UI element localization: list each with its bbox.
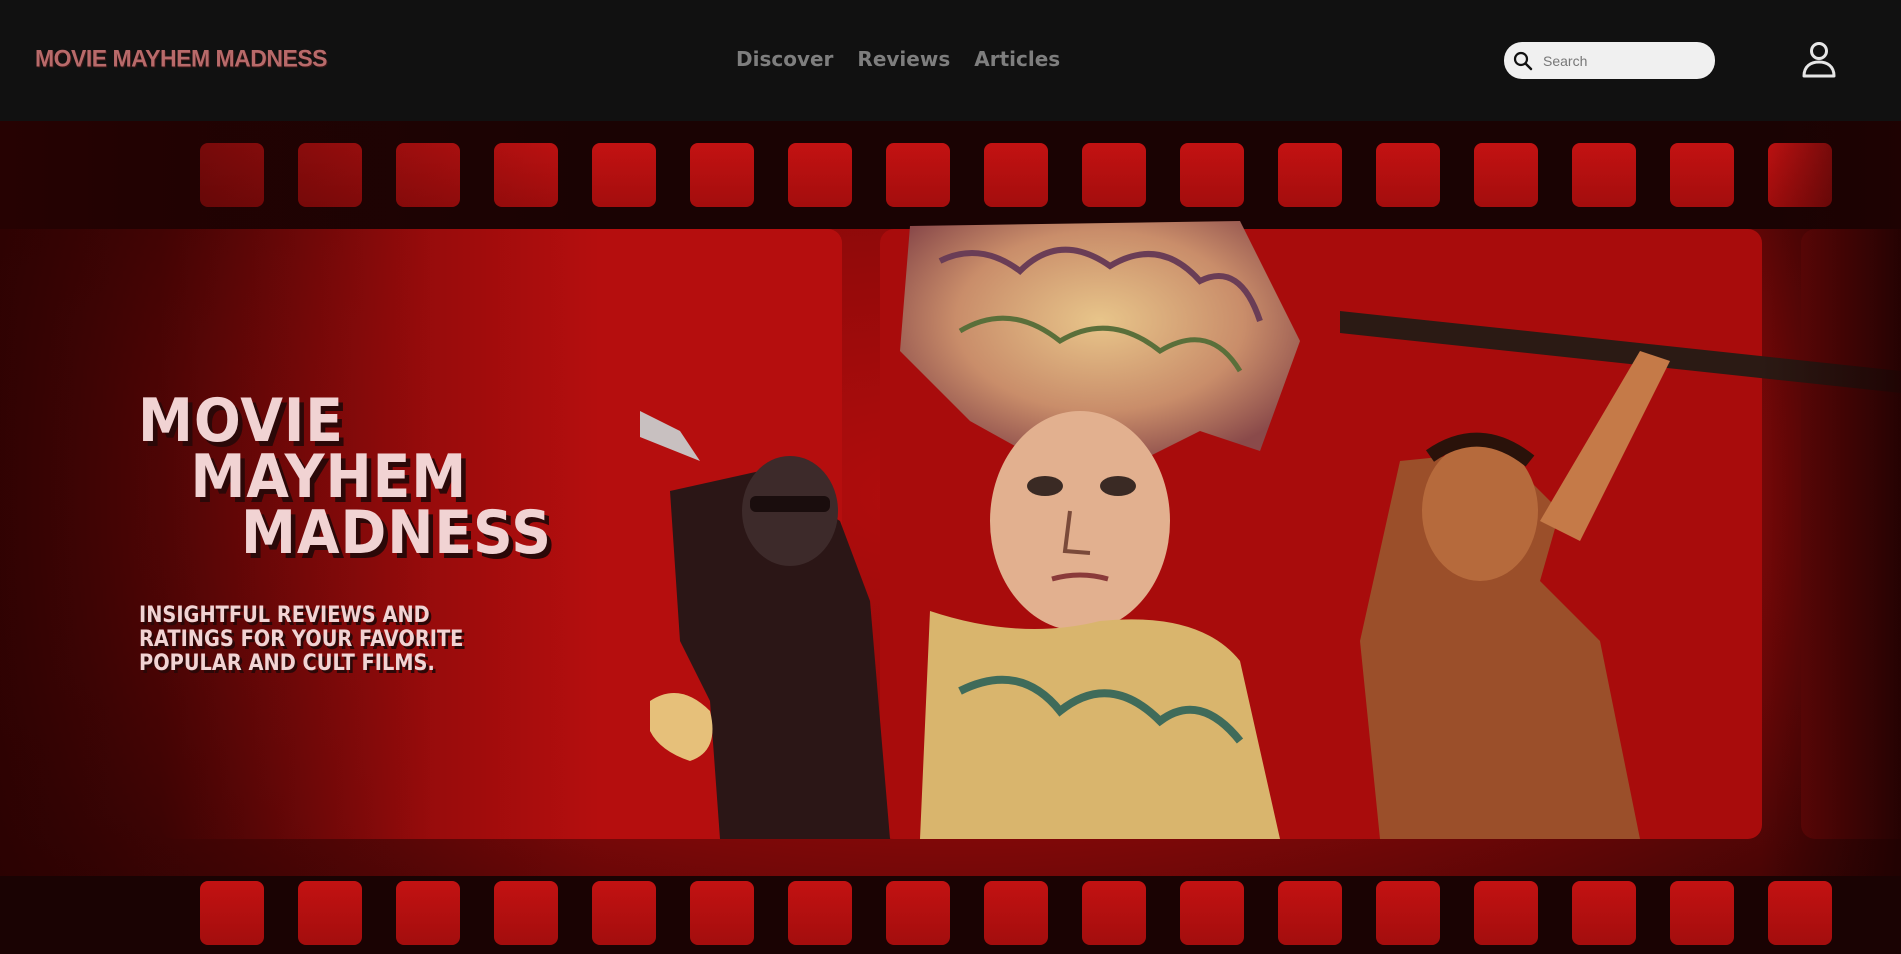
hero-title-line: MAYHEM [190, 442, 468, 512]
hero-title-line: MADNESS [241, 498, 552, 568]
film-sprocket-hole [984, 143, 1048, 207]
film-sprocket-hole [592, 881, 656, 945]
film-sprocket-hole [1180, 881, 1244, 945]
film-sprocket-hole [1670, 143, 1734, 207]
film-sprocket-hole [1082, 881, 1146, 945]
film-sprocket-hole [1572, 143, 1636, 207]
film-sprocket-hole [1376, 143, 1440, 207]
film-sprocket-hole [1768, 143, 1832, 207]
film-sprocket-hole [788, 143, 852, 207]
hero-banner: MOVIE MAYHEM MADNESS INSIGHTFUL REVIEWS … [0, 121, 1901, 954]
film-sprocket-hole [1082, 143, 1146, 207]
top-navbar: MOVIE MAYHEM MADNESS Discover Reviews Ar… [0, 0, 1901, 121]
nav-link-reviews[interactable]: Reviews [857, 47, 950, 71]
film-sprocket-hole [886, 143, 950, 207]
film-sprocket-hole [494, 143, 558, 207]
film-sprocket-hole [396, 143, 460, 207]
film-sprocket-hole [1376, 881, 1440, 945]
hero-collage-image [640, 221, 1901, 839]
search-icon [1513, 51, 1533, 70]
nav-link-articles[interactable]: Articles [974, 47, 1060, 71]
film-sprocket-hole [1278, 881, 1342, 945]
film-sprocket-hole [1474, 881, 1538, 945]
hero-title-line: MOVIE [138, 386, 344, 456]
search-bar[interactable] [1504, 42, 1715, 79]
hero-title: MOVIE MAYHEM MADNESS [138, 386, 552, 568]
main-nav: Discover Reviews Articles [736, 47, 1060, 71]
search-input[interactable] [1541, 51, 1705, 70]
film-strip-top [0, 121, 1901, 229]
film-sprocket-hole [298, 143, 362, 207]
film-strip-bottom [0, 876, 1901, 954]
site-logo[interactable]: MOVIE MAYHEM MADNESS [35, 44, 328, 72]
film-sprocket-hole [592, 143, 656, 207]
film-sprocket-hole [1768, 881, 1832, 945]
film-sprocket-hole [396, 881, 460, 945]
film-sprocket-hole [298, 881, 362, 945]
film-sprocket-hole [984, 881, 1048, 945]
film-sprocket-hole [200, 143, 264, 207]
film-sprocket-hole [1474, 143, 1538, 207]
film-sprocket-hole [200, 881, 264, 945]
film-sprocket-hole [1670, 881, 1734, 945]
hero-subtitle: INSIGHTFUL REVIEWS AND RATINGS FOR YOUR … [139, 603, 464, 676]
film-sprocket-hole [788, 881, 852, 945]
film-sprocket-hole [886, 881, 950, 945]
film-sprocket-hole [690, 881, 754, 945]
film-sprocket-hole [690, 143, 754, 207]
user-icon[interactable] [1800, 40, 1838, 78]
film-sprocket-hole [494, 881, 558, 945]
nav-link-discover[interactable]: Discover [736, 47, 833, 71]
film-sprocket-hole [1278, 143, 1342, 207]
film-sprocket-hole [1572, 881, 1636, 945]
film-sprocket-hole [1180, 143, 1244, 207]
